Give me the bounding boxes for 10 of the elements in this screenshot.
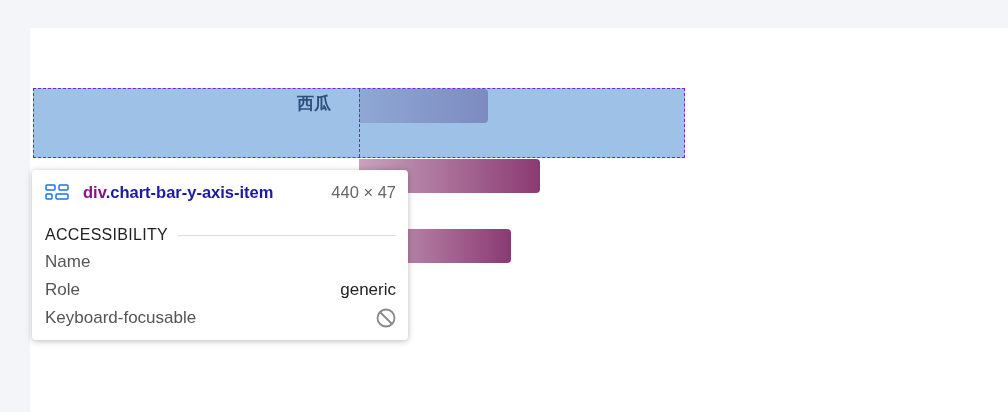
category-label: 西瓜 (297, 93, 331, 113)
prohibited-icon (376, 308, 396, 328)
property-name: Keyboard-focusable (45, 308, 197, 328)
element-size: 440 × 47 (331, 182, 396, 202)
property-value: generic (340, 280, 396, 300)
element-selector: div.chart-bar-y-axis-item (83, 182, 274, 202)
property-name: Name (45, 252, 91, 272)
section-heading: ACCESSIBILITY (45, 226, 169, 244)
property-name: Role (45, 280, 80, 300)
layout-icon (45, 184, 69, 200)
